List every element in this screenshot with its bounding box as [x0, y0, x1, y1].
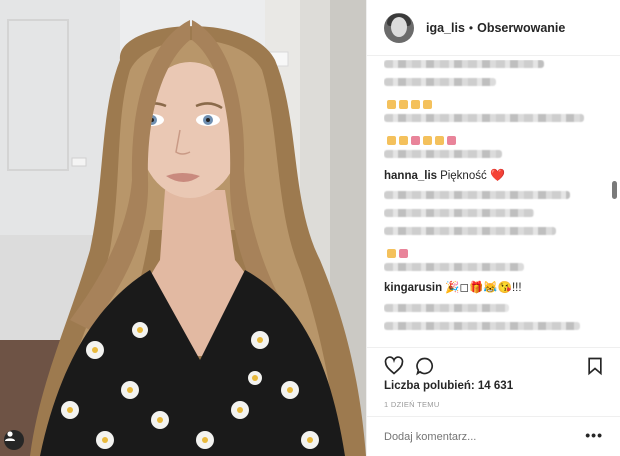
post-header: iga_lis • Obserwowanie [367, 0, 620, 56]
blurred-comment [384, 304, 509, 312]
portrait-image [0, 0, 366, 456]
post-timestamp[interactable]: 1 DZIEŃ TEMU [384, 400, 440, 409]
post-photo[interactable] [0, 0, 366, 456]
post-sidebar: iga_lis • Obserwowanie hanna_lis Piękność… [366, 0, 620, 456]
blurred-comment [384, 132, 609, 146]
heart-outline-icon[interactable] [384, 356, 404, 376]
comments-list[interactable]: hanna_lis Piękność ❤️ kingarusin 🎉◻🎁😹😘!!! [384, 60, 609, 344]
action-bar [367, 347, 620, 383]
blurred-comment [384, 227, 556, 235]
author-username[interactable]: iga_lis [426, 21, 465, 35]
more-options-icon[interactable]: ••• [585, 428, 603, 442]
avatar[interactable] [384, 12, 414, 43]
blurred-comment [384, 322, 580, 330]
blurred-comment [384, 96, 609, 110]
user-tag-icon[interactable] [4, 430, 24, 450]
scrollbar-thumb[interactable] [612, 181, 617, 199]
blurred-comment [384, 78, 496, 86]
comment-item: kingarusin 🎉◻🎁😹😘!!! [384, 281, 609, 295]
comment-username[interactable]: hanna_lis [384, 170, 437, 182]
add-comment-bar: ••• [367, 416, 620, 456]
heart-emoji: ❤️ [489, 168, 505, 182]
comment-text: Piękność [440, 170, 487, 182]
comment-input[interactable] [384, 429, 574, 445]
bookmark-icon[interactable] [585, 356, 605, 376]
comment-username[interactable]: kingarusin [384, 282, 442, 294]
blurred-comment [384, 209, 534, 217]
blurred-comment [384, 60, 544, 68]
blurred-comment [384, 263, 524, 271]
comment-item: hanna_lis Piękność ❤️ [384, 168, 609, 182]
following-button[interactable]: Obserwowanie [477, 21, 565, 35]
blurred-comment [384, 114, 584, 122]
separator-dot: • [468, 20, 474, 35]
comment-text: 🎉◻🎁😹😘!!! [445, 282, 522, 294]
blurred-comment [384, 150, 502, 158]
blurred-comment [384, 191, 570, 199]
blurred-comment [384, 245, 609, 259]
speech-bubble-icon[interactable] [415, 356, 435, 376]
likes-count[interactable]: Liczba polubień: 14 631 [384, 380, 513, 392]
